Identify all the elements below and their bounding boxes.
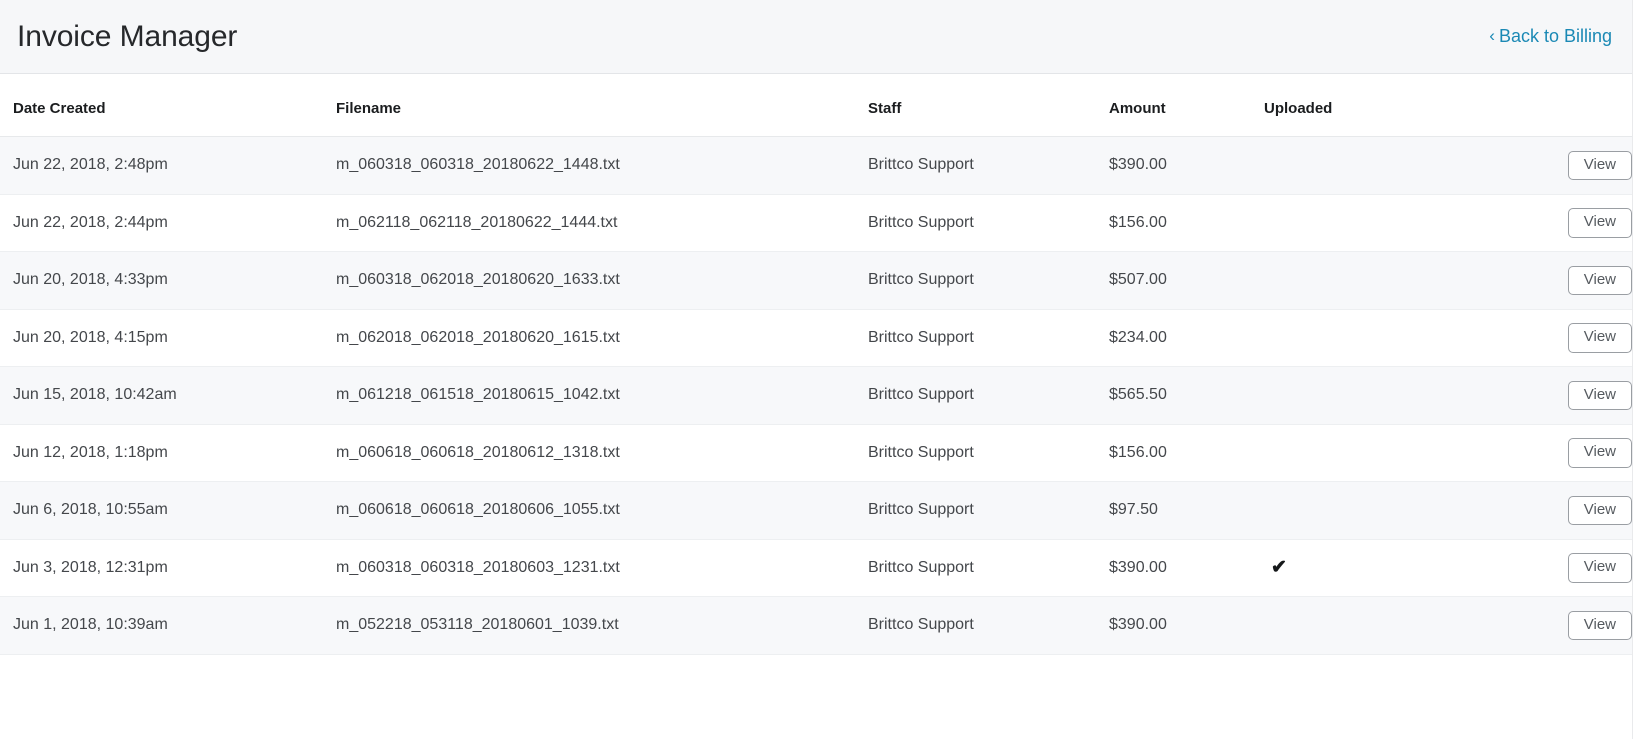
table-row: Jun 15, 2018, 10:42amm_061218_061518_201… [0, 367, 1632, 425]
column-header-staff: Staff [868, 74, 1109, 137]
cell-date-created: Jun 20, 2018, 4:15pm [0, 309, 336, 367]
cell-filename: m_052218_053118_20180601_1039.txt [336, 597, 868, 655]
chevron-left-icon: ‹ [1489, 27, 1495, 44]
cell-date-created: Jun 22, 2018, 2:48pm [0, 137, 336, 195]
page-bottom-filler [0, 655, 1632, 695]
column-header-amount: Amount [1109, 74, 1264, 137]
cell-action: View [1464, 367, 1632, 425]
cell-date-created: Jun 20, 2018, 4:33pm [0, 252, 336, 310]
back-to-billing-label: Back to Billing [1499, 26, 1612, 47]
cell-action: View [1464, 539, 1632, 597]
cell-staff: Brittco Support [868, 194, 1109, 252]
cell-staff: Brittco Support [868, 482, 1109, 540]
cell-date-created: Jun 3, 2018, 12:31pm [0, 539, 336, 597]
cell-action: View [1464, 424, 1632, 482]
cell-date-created: Jun 15, 2018, 10:42am [0, 367, 336, 425]
cell-staff: Brittco Support [868, 597, 1109, 655]
column-header-uploaded: Uploaded [1264, 74, 1464, 137]
cell-action: View [1464, 482, 1632, 540]
view-button[interactable]: View [1568, 611, 1632, 641]
view-button[interactable]: View [1568, 381, 1632, 411]
cell-uploaded: ✔ [1264, 539, 1464, 597]
view-button[interactable]: View [1568, 496, 1632, 526]
cell-amount: $507.00 [1109, 252, 1264, 310]
table-row: Jun 22, 2018, 2:48pmm_060318_060318_2018… [0, 137, 1632, 195]
page-title: Invoice Manager [16, 22, 237, 52]
table-row: Jun 1, 2018, 10:39amm_052218_053118_2018… [0, 597, 1632, 655]
cell-uploaded [1264, 252, 1464, 310]
cell-uploaded [1264, 367, 1464, 425]
view-button[interactable]: View [1568, 438, 1632, 468]
invoice-manager-page: Invoice Manager ‹ Back to Billing Date C… [0, 0, 1640, 739]
cell-filename: m_062118_062118_20180622_1444.txt [336, 194, 868, 252]
cell-date-created: Jun 1, 2018, 10:39am [0, 597, 336, 655]
cell-action: View [1464, 194, 1632, 252]
cell-date-created: Jun 12, 2018, 1:18pm [0, 424, 336, 482]
view-button[interactable]: View [1568, 266, 1632, 296]
cell-uploaded [1264, 137, 1464, 195]
column-header-action [1464, 74, 1632, 137]
cell-amount: $97.50 [1109, 482, 1264, 540]
table-row: Jun 6, 2018, 10:55amm_060618_060618_2018… [0, 482, 1632, 540]
cell-action: View [1464, 597, 1632, 655]
table-header: Date Created Filename Staff Amount Uploa… [0, 74, 1632, 137]
cell-staff: Brittco Support [868, 424, 1109, 482]
cell-amount: $390.00 [1109, 137, 1264, 195]
table-body: Jun 22, 2018, 2:48pmm_060318_060318_2018… [0, 137, 1632, 655]
cell-uploaded [1264, 194, 1464, 252]
cell-filename: m_060618_060618_20180606_1055.txt [336, 482, 868, 540]
cell-date-created: Jun 22, 2018, 2:44pm [0, 194, 336, 252]
cell-filename: m_061218_061518_20180615_1042.txt [336, 367, 868, 425]
cell-staff: Brittco Support [868, 367, 1109, 425]
column-header-filename: Filename [336, 74, 868, 137]
cell-amount: $390.00 [1109, 539, 1264, 597]
table-row: Jun 12, 2018, 1:18pmm_060618_060618_2018… [0, 424, 1632, 482]
table-header-row: Date Created Filename Staff Amount Uploa… [0, 74, 1632, 137]
cell-filename: m_062018_062018_20180620_1615.txt [336, 309, 868, 367]
back-to-billing-link[interactable]: ‹ Back to Billing [1489, 26, 1616, 47]
cell-staff: Brittco Support [868, 309, 1109, 367]
page-header: Invoice Manager ‹ Back to Billing [0, 0, 1632, 74]
cell-uploaded [1264, 309, 1464, 367]
cell-filename: m_060318_060318_20180603_1231.txt [336, 539, 868, 597]
cell-amount: $390.00 [1109, 597, 1264, 655]
cell-filename: m_060318_060318_20180622_1448.txt [336, 137, 868, 195]
column-header-date-created: Date Created [0, 74, 336, 137]
cell-amount: $156.00 [1109, 194, 1264, 252]
invoice-table-container: Date Created Filename Staff Amount Uploa… [0, 74, 1632, 655]
vertical-scrollbar[interactable] [1632, 0, 1640, 739]
cell-uploaded [1264, 424, 1464, 482]
cell-action: View [1464, 252, 1632, 310]
cell-staff: Brittco Support [868, 252, 1109, 310]
cell-staff: Brittco Support [868, 137, 1109, 195]
cell-filename: m_060618_060618_20180612_1318.txt [336, 424, 868, 482]
cell-filename: m_060318_062018_20180620_1633.txt [336, 252, 868, 310]
view-button[interactable]: View [1568, 553, 1632, 583]
table-row: Jun 20, 2018, 4:33pmm_060318_062018_2018… [0, 252, 1632, 310]
view-button[interactable]: View [1568, 151, 1632, 181]
table-row: Jun 3, 2018, 12:31pmm_060318_060318_2018… [0, 539, 1632, 597]
cell-uploaded [1264, 482, 1464, 540]
view-button[interactable]: View [1568, 323, 1632, 353]
cell-staff: Brittco Support [868, 539, 1109, 597]
table-row: Jun 22, 2018, 2:44pmm_062118_062118_2018… [0, 194, 1632, 252]
cell-amount: $234.00 [1109, 309, 1264, 367]
cell-date-created: Jun 6, 2018, 10:55am [0, 482, 336, 540]
cell-action: View [1464, 309, 1632, 367]
cell-amount: $156.00 [1109, 424, 1264, 482]
cell-action: View [1464, 137, 1632, 195]
table-row: Jun 20, 2018, 4:15pmm_062018_062018_2018… [0, 309, 1632, 367]
cell-uploaded [1264, 597, 1464, 655]
cell-amount: $565.50 [1109, 367, 1264, 425]
check-icon: ✔ [1264, 558, 1287, 577]
invoice-table: Date Created Filename Staff Amount Uploa… [0, 74, 1632, 655]
view-button[interactable]: View [1568, 208, 1632, 238]
